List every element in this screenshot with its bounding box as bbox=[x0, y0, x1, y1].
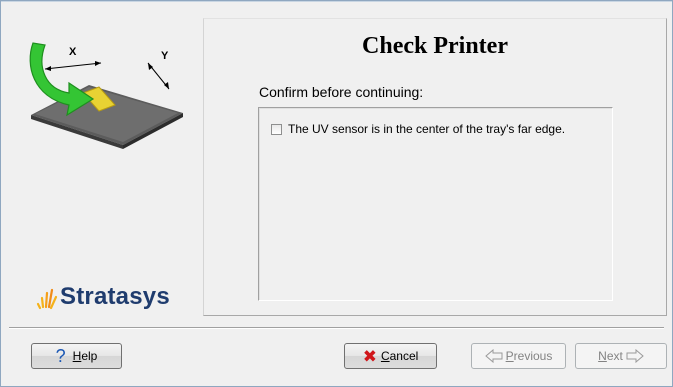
red-x-icon: ✖ bbox=[362, 346, 377, 366]
help-button-label: Help bbox=[72, 349, 98, 363]
brand-name: Stratasys bbox=[60, 283, 170, 310]
page-title: Check Printer bbox=[362, 33, 508, 59]
uv-sensor-checkbox[interactable] bbox=[271, 123, 282, 135]
checklist-item[interactable]: The UV sensor is in the center of the tr… bbox=[271, 122, 565, 136]
page-subtitle: Confirm before continuing: bbox=[259, 84, 424, 100]
next-button-label: Next bbox=[598, 349, 623, 363]
checklist-box: The UV sensor is in the center of the tr… bbox=[258, 107, 613, 301]
help-button[interactable]: ? Help bbox=[31, 343, 122, 369]
cancel-button-label: Cancel bbox=[380, 349, 419, 363]
axis-x-label: X bbox=[69, 46, 77, 58]
arrow-right-outline-icon bbox=[626, 349, 644, 363]
previous-button-label: Previous bbox=[505, 349, 553, 363]
content-panel: Check Printer Confirm before continuing:… bbox=[203, 18, 667, 316]
stratasys-logo: Stratasys bbox=[36, 281, 170, 313]
help-question-icon: ? bbox=[55, 346, 66, 366]
cancel-button[interactable]: ✖ Cancel bbox=[344, 343, 437, 369]
axis-y-label: Y bbox=[161, 50, 169, 62]
arrow-left-outline-icon bbox=[484, 349, 503, 363]
footer-divider bbox=[9, 327, 664, 329]
left-panel: X Y Stratasys bbox=[9, 9, 195, 315]
printer-tray-illustration: X Y bbox=[29, 42, 183, 149]
checklist-item-label[interactable]: The UV sensor is in the center of the tr… bbox=[288, 122, 565, 136]
stratasys-burst-icon bbox=[36, 288, 58, 310]
next-button[interactable]: Next bbox=[575, 343, 667, 369]
wizard-window: X Y Stratasys Check Printer Confirm befo… bbox=[0, 0, 673, 387]
previous-button[interactable]: Previous bbox=[471, 343, 566, 369]
